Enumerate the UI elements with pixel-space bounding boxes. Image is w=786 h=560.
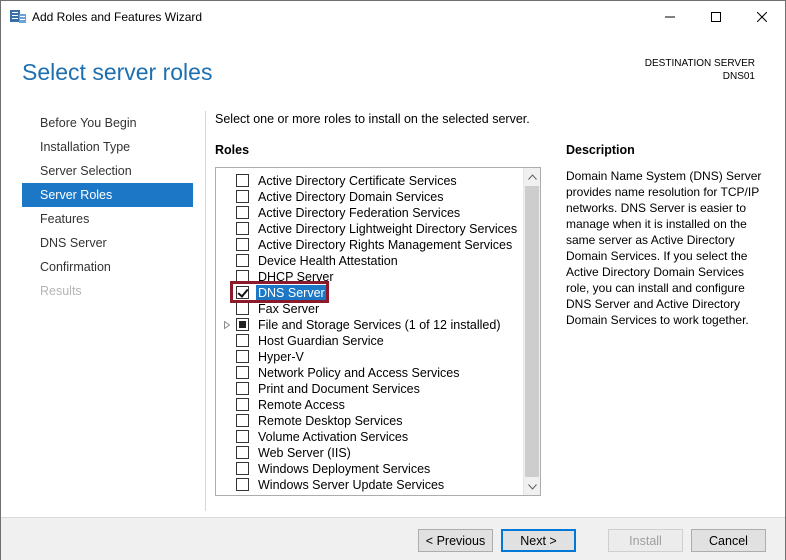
role-row[interactable]: Hyper-V <box>216 349 522 365</box>
chevron-down-icon <box>527 482 537 492</box>
role-row[interactable]: Active Directory Lightweight Directory S… <box>216 221 522 237</box>
destination-server-label: DESTINATION SERVER <box>644 58 755 69</box>
role-checkbox[interactable] <box>236 334 249 347</box>
role-row[interactable]: Active Directory Federation Services <box>216 205 522 221</box>
nav-item-installation-type[interactable]: Installation Type <box>22 135 193 159</box>
server-manager-icon <box>10 9 26 23</box>
nav-item-confirmation[interactable]: Confirmation <box>22 255 193 279</box>
expand-arrow-icon[interactable] <box>224 320 232 330</box>
role-row[interactable]: Active Directory Certificate Services <box>216 173 522 189</box>
role-label: Remote Access <box>258 398 345 412</box>
role-row[interactable]: Remote Access <box>216 397 522 413</box>
nav-item-dns-server[interactable]: DNS Server <box>22 231 193 255</box>
roles-list[interactable]: Active Directory Certificate Services Act… <box>215 167 541 496</box>
roles-scrollbar[interactable] <box>523 168 540 495</box>
minimize-icon <box>665 9 675 25</box>
role-row[interactable]: Web Server (IIS) <box>216 445 522 461</box>
chevron-up-icon <box>527 172 537 182</box>
role-checkbox[interactable] <box>236 302 249 315</box>
role-row[interactable]: Remote Desktop Services <box>216 413 522 429</box>
role-label: Windows Deployment Services <box>258 462 431 476</box>
wizard-header: Select server roles DESTINATION SERVER D… <box>1 32 785 97</box>
role-checkbox[interactable] <box>236 366 249 379</box>
minimize-button[interactable] <box>647 1 693 32</box>
description-heading: Description <box>566 143 635 157</box>
role-label: Active Directory Federation Services <box>258 206 461 220</box>
role-checkbox[interactable] <box>236 238 249 251</box>
role-row[interactable]: Windows Server Update Services <box>216 477 522 493</box>
role-row[interactable]: Active Directory Domain Services <box>216 189 522 205</box>
nav-item-server-roles[interactable]: Server Roles <box>22 183 193 207</box>
role-checkbox[interactable] <box>236 318 249 331</box>
cancel-button[interactable]: Cancel <box>691 529 766 552</box>
role-checkbox[interactable] <box>236 462 249 475</box>
role-checkbox[interactable] <box>236 206 249 219</box>
role-checkbox[interactable] <box>236 398 249 411</box>
description-text: Domain Name System (DNS) Server provides… <box>566 169 762 327</box>
role-checkbox[interactable] <box>236 478 249 491</box>
dns-server-highlight <box>230 281 329 303</box>
role-row[interactable]: Windows Deployment Services <box>216 461 522 477</box>
role-label: Active Directory Domain Services <box>258 190 444 204</box>
role-label: Active Directory Certificate Services <box>258 174 457 188</box>
role-label: Web Server (IIS) <box>258 446 351 460</box>
destination-server-name: DNS01 <box>722 71 755 82</box>
nav-item-before-you-begin[interactable]: Before You Begin <box>22 111 193 135</box>
role-label: Device Health Attestation <box>258 254 398 268</box>
scroll-up-button[interactable] <box>524 168 540 185</box>
role-row[interactable]: Host Guardian Service <box>216 333 522 349</box>
role-row[interactable]: Active Directory Rights Management Servi… <box>216 237 522 253</box>
window-title: Add Roles and Features Wizard <box>32 10 203 24</box>
role-row[interactable]: Device Health Attestation <box>216 253 522 269</box>
role-label: Print and Document Services <box>258 382 420 396</box>
role-label: Host Guardian Service <box>258 334 384 348</box>
scroll-down-button[interactable] <box>524 478 540 495</box>
role-row[interactable]: Network Policy and Access Services <box>216 365 522 381</box>
role-label: Fax Server <box>258 302 320 316</box>
install-button[interactable]: Install <box>608 529 683 552</box>
nav-item-features[interactable]: Features <box>22 207 193 231</box>
role-checkbox[interactable] <box>236 430 249 443</box>
role-checkbox[interactable] <box>236 382 249 395</box>
maximize-icon <box>711 9 721 25</box>
scroll-thumb[interactable] <box>525 186 539 477</box>
role-checkbox[interactable] <box>236 254 249 267</box>
title-bar: Add Roles and Features Wizard <box>1 1 785 32</box>
role-label: File and Storage Services (1 of 12 insta… <box>258 318 501 332</box>
wizard-window: Add Roles and Features Wizard Select ser… <box>0 0 786 560</box>
role-checkbox[interactable] <box>236 446 249 459</box>
role-row[interactable]: Fax Server <box>216 301 522 317</box>
roles-heading: Roles <box>215 143 250 157</box>
page-title: Select server roles <box>22 59 213 85</box>
close-button[interactable] <box>739 1 785 32</box>
maximize-button[interactable] <box>693 1 739 32</box>
role-label: Volume Activation Services <box>258 430 409 444</box>
role-checkbox[interactable] <box>236 222 249 235</box>
role-label: Remote Desktop Services <box>258 414 403 428</box>
role-checkbox[interactable] <box>236 174 249 187</box>
nav-divider <box>205 111 206 511</box>
close-icon <box>756 9 768 25</box>
wizard-nav: Before You Begin Installation Type Serve… <box>22 111 193 303</box>
role-label: Hyper-V <box>258 350 304 364</box>
previous-button[interactable]: < Previous <box>418 529 493 552</box>
role-checkbox[interactable] <box>236 414 249 427</box>
role-checkbox[interactable] <box>236 190 249 203</box>
instruction-text: Select one or more roles to install on t… <box>215 112 530 126</box>
role-row[interactable]: Volume Activation Services <box>216 429 522 445</box>
nav-item-server-selection[interactable]: Server Selection <box>22 159 193 183</box>
nav-item-results: Results <box>40 284 82 298</box>
role-label: Active Directory Rights Management Servi… <box>258 238 513 252</box>
role-row[interactable]: File and Storage Services (1 of 12 insta… <box>216 317 522 333</box>
role-label: Windows Server Update Services <box>258 478 445 492</box>
role-label: Active Directory Lightweight Directory S… <box>258 222 518 236</box>
wizard-footer: < Previous Next > Install Cancel <box>1 517 785 560</box>
role-row[interactable]: Print and Document Services <box>216 381 522 397</box>
next-button[interactable]: Next > <box>501 529 576 552</box>
role-checkbox[interactable] <box>236 350 249 363</box>
role-label: Network Policy and Access Services <box>258 366 460 380</box>
